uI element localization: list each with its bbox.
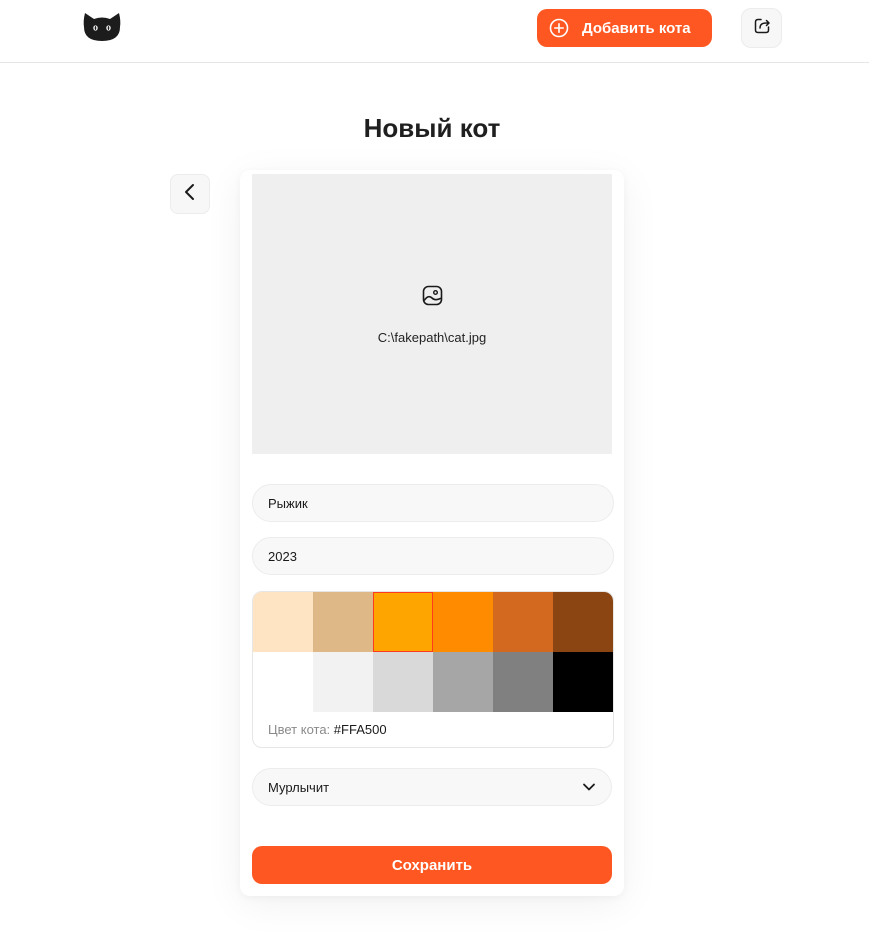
logout-button[interactable] [741,8,782,48]
add-cat-label: Добавить кота [582,19,691,37]
add-cat-button[interactable]: Добавить кота [537,9,712,47]
share-exit-icon [752,16,772,41]
year-input[interactable] [252,537,614,575]
color-swatch[interactable] [313,652,373,712]
color-swatch[interactable] [493,592,553,652]
new-cat-form: C:\fakepath\cat.jpg Цвет кота: #FFA500 М… [240,170,624,896]
color-label: Цвет кота: [268,722,331,737]
back-button[interactable] [170,174,210,214]
color-caption: Цвет кота: #FFA500 [268,722,387,737]
chevron-down-icon [582,780,596,795]
color-swatch[interactable] [373,652,433,712]
color-swatch[interactable] [253,652,313,712]
color-swatch[interactable] [253,592,313,652]
photo-upload-area[interactable]: C:\fakepath\cat.jpg [252,174,612,454]
cat-logo-icon[interactable] [82,11,122,43]
page-title: Новый кот [363,113,501,143]
photo-filename: C:\fakepath\cat.jpg [377,330,487,345]
top-header: Добавить кота [0,0,869,63]
color-swatch[interactable] [433,652,493,712]
color-picker: Цвет кота: #FFA500 [252,591,614,748]
image-icon [422,285,443,306]
color-swatch[interactable] [433,592,493,652]
temper-select[interactable]: Мурлычит [252,768,612,806]
color-swatch[interactable] [313,592,373,652]
color-swatch[interactable] [493,652,553,712]
save-button[interactable]: Сохранить [252,846,612,884]
color-swatch[interactable] [553,652,613,712]
temper-selected-value: Мурлычит [268,779,330,795]
name-input[interactable] [252,484,614,522]
color-swatches [253,592,613,712]
plus-circle-icon [549,18,569,38]
color-value: #FFA500 [333,722,387,737]
chevron-left-icon [182,183,198,206]
color-swatch[interactable] [373,592,433,652]
color-swatch[interactable] [553,592,613,652]
